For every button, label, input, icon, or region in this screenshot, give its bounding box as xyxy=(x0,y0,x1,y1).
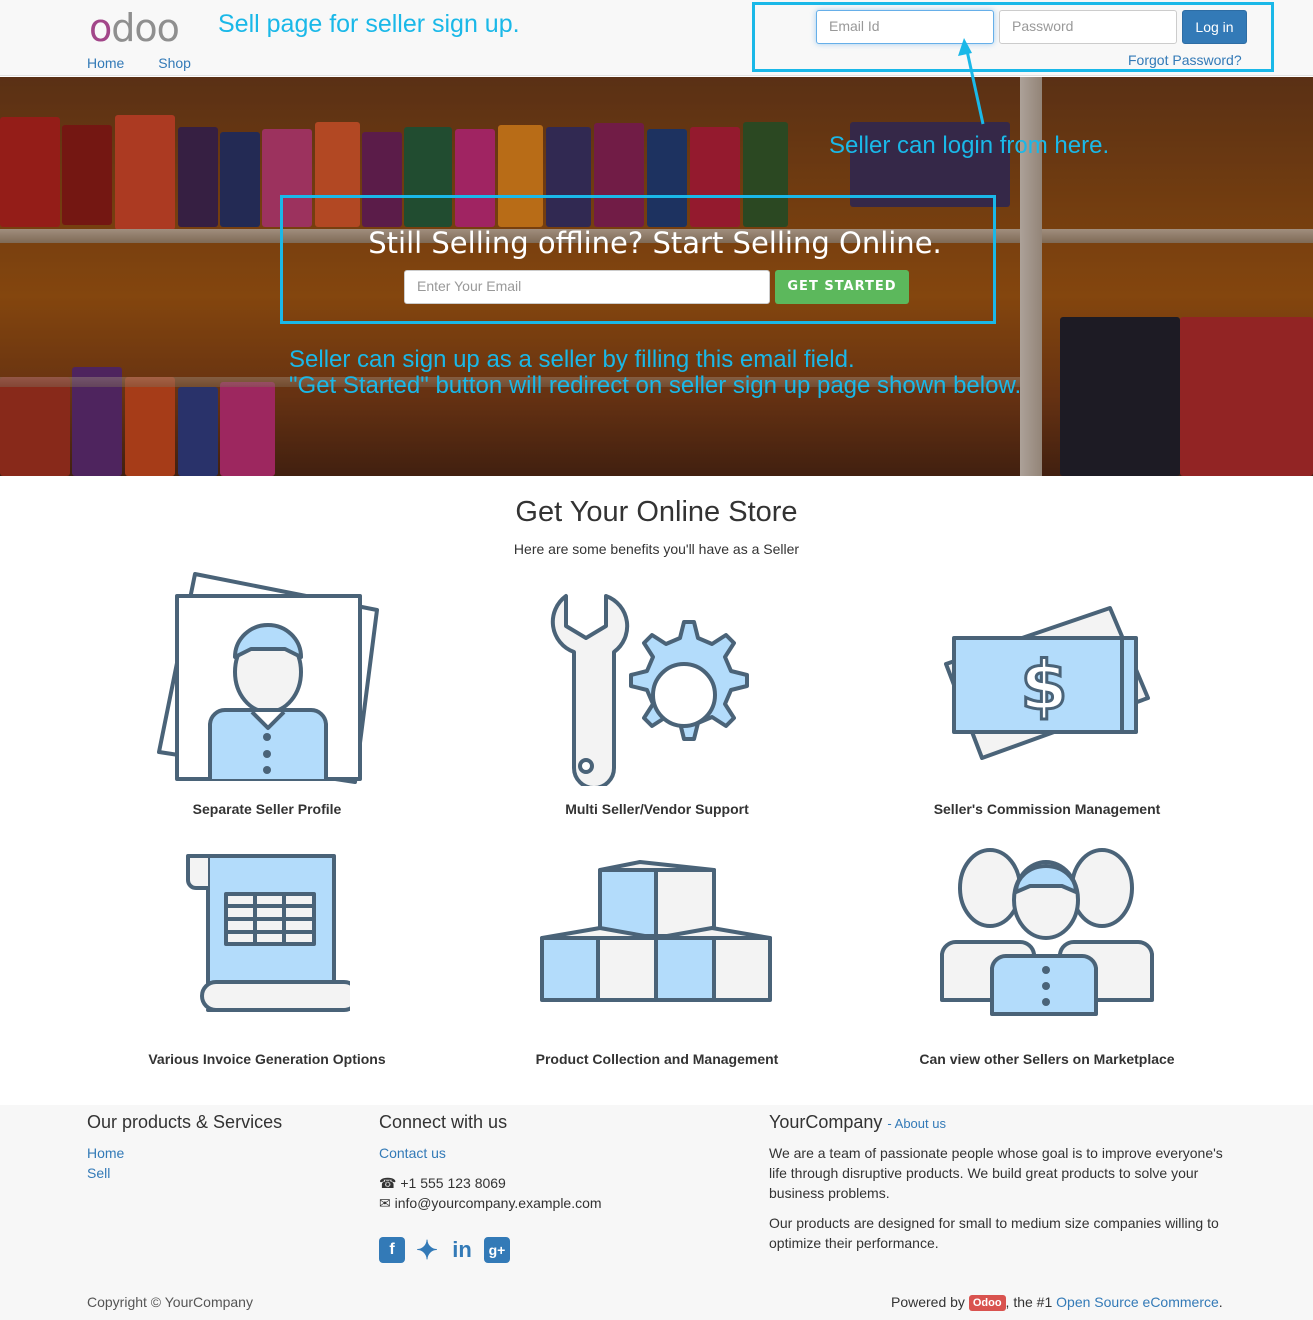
seller-email-input[interactable]: Enter Your Email xyxy=(404,270,770,304)
feature-label-invoice: Various Invoice Generation Options xyxy=(148,1051,386,1067)
feature-label-sellers: Can view other Sellers on Marketplace xyxy=(919,1051,1175,1067)
google-plus-icon[interactable]: g+ xyxy=(484,1237,510,1263)
top-nav: Home Shop xyxy=(87,55,221,71)
odoo-logo[interactable]: odoo xyxy=(89,6,180,50)
feature-label-multi-seller: Multi Seller/Vendor Support xyxy=(565,801,749,817)
seller-profile-icon xyxy=(157,572,379,784)
footer-sell-link[interactable]: Sell xyxy=(87,1165,110,1181)
linkedin-icon[interactable]: in xyxy=(449,1237,475,1263)
signup-annotation-line2: "Get Started" button will redirect on se… xyxy=(289,372,1022,399)
nav-home-link[interactable]: Home xyxy=(87,55,124,71)
login-password-input[interactable]: Password xyxy=(999,10,1177,44)
footer-phone-text: +1 555 123 8069 xyxy=(400,1175,506,1191)
forgot-password-link[interactable]: Forgot Password? xyxy=(1128,52,1242,68)
annotation-arrow-icon xyxy=(958,38,985,125)
facebook-icon[interactable]: f xyxy=(379,1237,405,1263)
benefits-title: Get Your Online Store xyxy=(515,496,798,528)
footer-email: ✉ info@yourcompany.example.com xyxy=(379,1195,602,1212)
annotation-title: Sell page for seller sign up. xyxy=(218,10,520,38)
boxes-icon xyxy=(540,860,772,1002)
benefits-subtitle: Here are some benefits you'll have as a … xyxy=(513,541,800,557)
open-source-ecommerce-link[interactable]: Open Source eCommerce xyxy=(1056,1294,1219,1310)
nav-shop-link[interactable]: Shop xyxy=(158,55,191,71)
hero-title: Still Selling offline? Start Selling Onl… xyxy=(368,226,942,260)
powered-mid: , the #1 xyxy=(1005,1294,1053,1310)
get-started-button[interactable]: GET STARTED xyxy=(775,270,909,304)
phone-icon: ☎ xyxy=(379,1175,397,1191)
copyright-text: Copyright © YourCompany xyxy=(87,1294,253,1310)
feature-label-products: Product Collection and Management xyxy=(535,1051,779,1067)
footer-about-para1: We are a team of passionate people whose… xyxy=(769,1145,1223,1201)
powered-prefix: Powered by xyxy=(891,1294,965,1310)
login-button[interactable]: Log in xyxy=(1182,10,1247,44)
sellers-group-icon xyxy=(940,848,1154,1016)
feature-label-seller-profile: Separate Seller Profile xyxy=(192,801,342,817)
twitter-icon[interactable]: ✦ xyxy=(414,1237,440,1263)
signup-annotation-line1: Seller can sign up as a seller by fillin… xyxy=(289,346,855,373)
svg-text:$: $ xyxy=(1020,647,1067,726)
footer-about-link[interactable]: - About us xyxy=(887,1116,946,1131)
footer-email-text: info@yourcompany.example.com xyxy=(394,1195,602,1211)
feature-label-commission: Seller's Commission Management xyxy=(933,801,1161,817)
login-annotation-text: Seller can login from here. xyxy=(829,132,1110,159)
footer-phone: ☎ +1 555 123 8069 xyxy=(379,1175,506,1192)
footer-company-title: YourCompany - About us xyxy=(769,1112,946,1133)
wrench-gear-icon xyxy=(550,594,749,786)
footer-home-link[interactable]: Home xyxy=(87,1145,124,1161)
powered-by: Powered by Odoo, the #1 Open Source eCom… xyxy=(891,1294,1223,1312)
footer-connect-title: Connect with us xyxy=(379,1112,508,1132)
footer-products-title: Our products & Services xyxy=(87,1112,283,1132)
odoo-badge[interactable]: Odoo xyxy=(968,1295,1006,1312)
dollar-bill-icon: $ xyxy=(944,606,1150,760)
footer-company-name: YourCompany xyxy=(769,1112,883,1132)
invoice-scroll-icon xyxy=(186,854,350,1012)
footer-about-para2: Our products are designed for small to m… xyxy=(769,1215,1219,1251)
envelope-icon: ✉ xyxy=(379,1195,391,1211)
footer-contact-link[interactable]: Contact us xyxy=(379,1145,446,1161)
powered-suffix: . xyxy=(1218,1294,1223,1310)
